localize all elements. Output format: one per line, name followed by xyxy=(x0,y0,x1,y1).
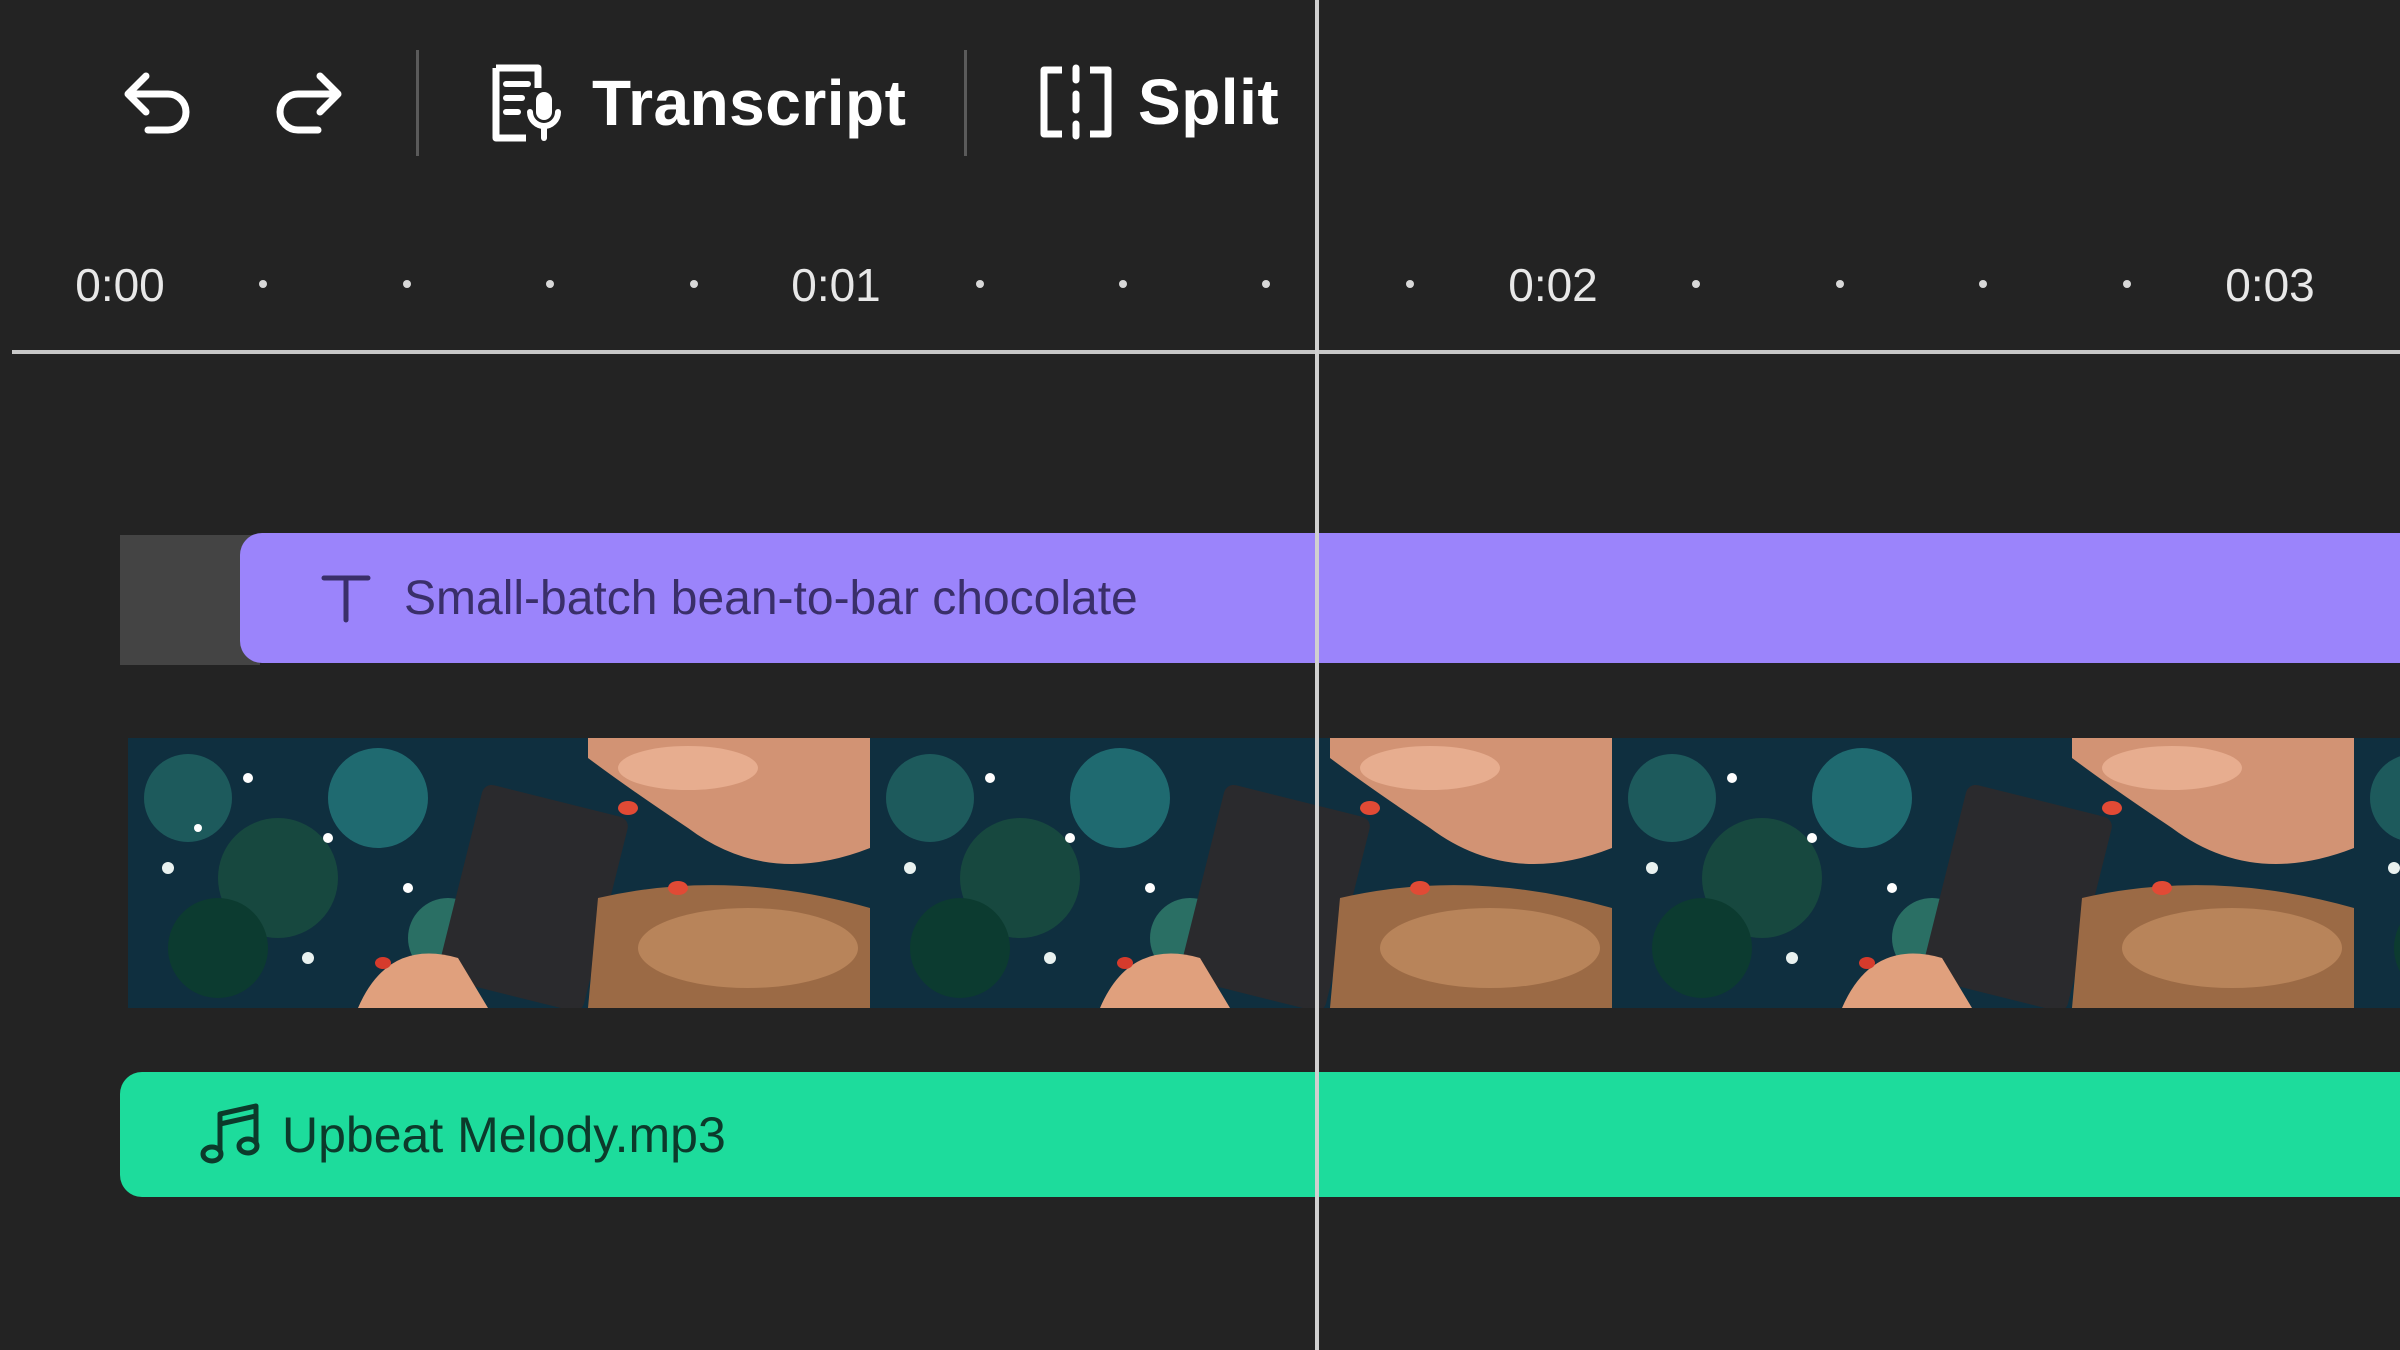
toolbar-divider xyxy=(416,50,419,156)
video-thumbnail xyxy=(2354,738,2400,1008)
ruler-tick-dot xyxy=(1979,280,1987,288)
ruler-tick-label: 0:02 xyxy=(1508,259,1598,311)
ruler-tick-dot xyxy=(259,280,267,288)
playhead[interactable] xyxy=(1315,0,1319,1350)
text-track-trim-area xyxy=(120,535,260,665)
redo-button[interactable] xyxy=(268,62,348,142)
transcript-icon xyxy=(488,62,570,144)
text-track-clip[interactable]: Small-batch bean-to-bar chocolate xyxy=(240,533,2400,663)
video-track-clip[interactable] xyxy=(128,738,2400,1008)
audio-track-label: Upbeat Melody.mp3 xyxy=(282,1106,726,1163)
ruler-tick-dot xyxy=(1119,280,1127,288)
ruler-tick-label: 0:01 xyxy=(791,259,881,311)
ruler-tick-dot xyxy=(2123,280,2131,288)
ruler-tick-dot xyxy=(1692,280,1700,288)
undo-icon xyxy=(118,62,198,142)
redo-icon xyxy=(268,62,348,142)
toolbar: Transcript Split xyxy=(0,0,2400,210)
text-icon xyxy=(318,570,374,626)
split-button[interactable]: Split xyxy=(1036,64,1279,140)
split-icon xyxy=(1036,64,1116,140)
transcript-button[interactable]: Transcript xyxy=(488,62,906,144)
video-thumbnail xyxy=(128,738,870,1008)
undo-button[interactable] xyxy=(118,62,198,142)
timeline-editor: Transcript Split 0:00 0:01 0:02 0:03 Sma… xyxy=(0,0,2400,1350)
ruler-baseline xyxy=(12,350,2400,354)
split-label: Split xyxy=(1138,66,1280,138)
ruler-tick-dot xyxy=(546,280,554,288)
toolbar-divider xyxy=(964,50,967,156)
timeline-ruler[interactable]: 0:00 0:01 0:02 0:03 xyxy=(0,230,2400,355)
transcript-label: Transcript xyxy=(592,67,907,139)
ruler-tick-dot xyxy=(403,280,411,288)
ruler-tick-label: 0:03 xyxy=(2225,259,2315,311)
ruler-tick-dot xyxy=(1262,280,1270,288)
text-track-label: Small-batch bean-to-bar chocolate xyxy=(404,571,1138,625)
video-thumbnail xyxy=(870,738,1612,1008)
ruler-tick-dot xyxy=(690,280,698,288)
audio-track-clip[interactable]: Upbeat Melody.mp3 xyxy=(120,1072,2400,1197)
ruler-tick-dot xyxy=(1836,280,1844,288)
music-note-icon xyxy=(198,1102,264,1168)
video-thumbnail xyxy=(1612,738,2354,1008)
ruler-tick-dot xyxy=(976,280,984,288)
ruler-tick-dot xyxy=(1406,280,1414,288)
ruler-tick-label: 0:00 xyxy=(75,259,165,311)
